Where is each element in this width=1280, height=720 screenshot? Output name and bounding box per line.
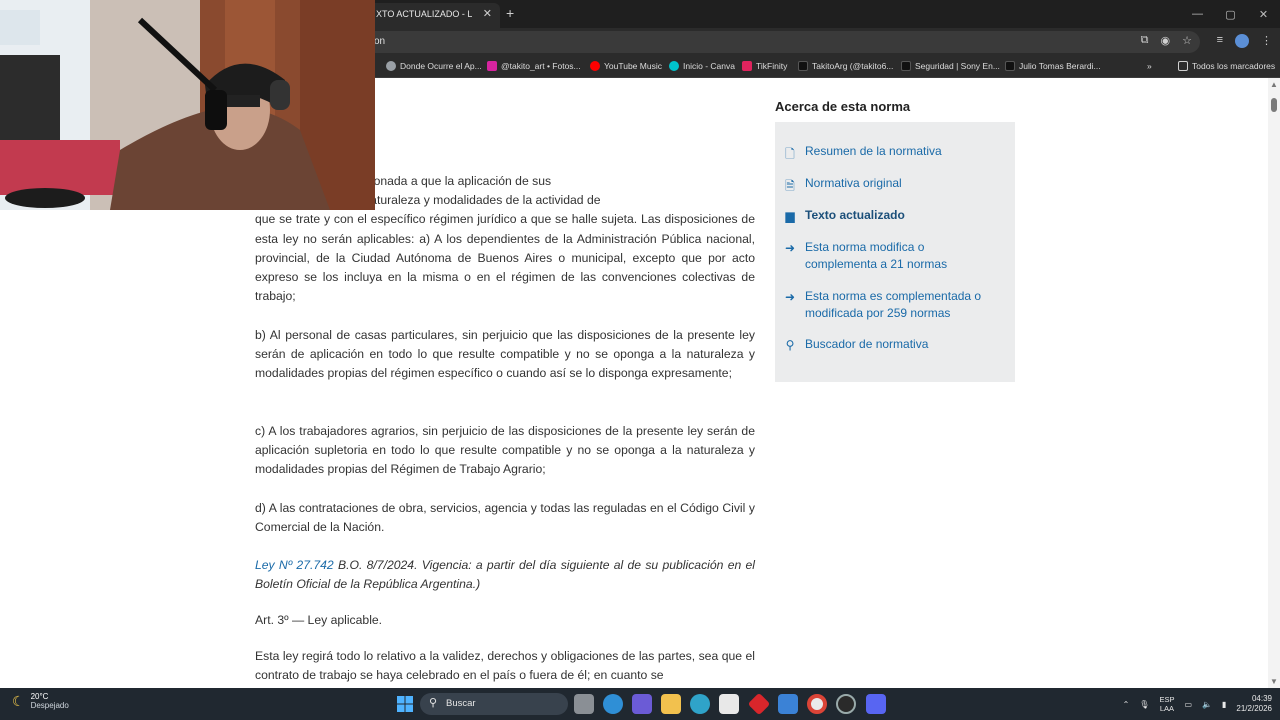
sidebar-item-search[interactable]: ⚲ Buscador de normativa	[775, 336, 1015, 353]
bookmark-item[interactable]: Seguridad | Sony En...	[901, 61, 1000, 71]
media-controls-icon[interactable]: ≡	[1217, 34, 1223, 48]
bookmark-item[interactable]: @takito_art • Fotos...	[487, 61, 581, 71]
folder-icon	[1178, 61, 1188, 71]
law-link[interactable]: Ley Nº 27.742	[255, 558, 334, 572]
search-icon: ⚲	[785, 338, 795, 352]
article-heading: Art. 3º — Ley aplicable.	[255, 613, 383, 627]
sidebar-title: Acerca de esta norma	[775, 99, 911, 114]
chevron-up-icon[interactable]: ⌃	[1123, 700, 1130, 709]
battery-icon[interactable]: ▮	[1222, 700, 1226, 709]
volume-icon[interactable]: 🔈	[1202, 700, 1212, 709]
sidebar-item-original[interactable]: 🗎 Normativa original	[775, 175, 1015, 198]
sidebar-item-summary[interactable]: 🗋 Resumen de la normativa	[775, 143, 1015, 166]
globe-icon	[386, 61, 396, 71]
amendment-note: Ley Nº 27.742 B.O. 8/7/2024. Vigencia: a…	[255, 556, 755, 594]
sidebar-menu: 🗋 Resumen de la normativa 🗎 Normativa or…	[775, 122, 1015, 382]
copilot-icon[interactable]	[603, 694, 623, 714]
minimize-button[interactable]: —	[1181, 0, 1214, 28]
address-bar[interactable]: on ⧉ ◉ ☆	[280, 31, 1200, 53]
app-icon[interactable]	[747, 692, 771, 716]
app-icon[interactable]	[632, 694, 652, 714]
bookmark-item[interactable]: Julio Tomas Berardi...	[1005, 61, 1101, 71]
bookmark-item[interactable]: TakitoArg (@takito6...	[798, 61, 893, 71]
document-outline-icon: 🗋	[785, 147, 795, 161]
weather-temperature: 20°C	[30, 692, 49, 701]
taskbar-search[interactable]: ⚲ Buscar	[420, 693, 568, 715]
article-paragraph: Esta ley regirá todo lo relativo a la va…	[255, 649, 755, 683]
task-view-icon[interactable]	[574, 694, 594, 714]
tab-close-icon[interactable]: ✕	[483, 7, 492, 20]
tracking-protection-icon[interactable]: ◉	[1161, 34, 1171, 47]
article-paragraph: c) A los trabajadores agrarios, sin perj…	[255, 424, 755, 477]
microphone-icon[interactable]: 🎙	[1139, 700, 1149, 709]
windows-taskbar: ☾ 20°C Despejado ⚲ Buscar ⌃ 🎙 ESP LAA ▭ …	[0, 688, 1280, 720]
article-paragraph: b) Al personal de casas particulares, si…	[255, 328, 755, 381]
toolbar-actions: ≡ ⋮	[1217, 34, 1272, 48]
tikfinity-icon	[742, 61, 752, 71]
sony-icon	[901, 61, 911, 71]
tab-title: XTO ACTUALIZADO - LEY 20	[376, 9, 472, 19]
menu-icon[interactable]: ⋮	[1261, 34, 1272, 48]
file-explorer-icon[interactable]	[661, 694, 681, 714]
moon-icon: ☾	[12, 692, 25, 709]
clock[interactable]: 04:39 21/2/2026	[1236, 694, 1272, 714]
discord-icon[interactable]	[866, 694, 886, 714]
canva-icon	[669, 61, 679, 71]
chrome-icon[interactable]	[807, 694, 827, 714]
clock-time: 04:39	[1251, 694, 1272, 703]
bookmarks-overflow-button[interactable]: »	[1147, 61, 1152, 71]
sidebar-item-modifies[interactable]: ➜ Esta norma modifica o complementa a 21…	[775, 239, 1015, 273]
document-filled-icon: ▆	[785, 209, 795, 223]
edge-icon[interactable]	[690, 694, 710, 714]
network-icon[interactable]: ▭	[1184, 700, 1192, 709]
screen: XTO ACTUALIZADO - LEY 20 ✕ + — ▢ ✕ on ⧉ …	[0, 0, 1280, 720]
youtube-music-icon	[590, 61, 600, 71]
scroll-up-arrow-icon[interactable]: ▲	[1270, 80, 1278, 89]
maximize-button[interactable]: ▢	[1214, 0, 1247, 28]
clock-date: 21/2/2026	[1236, 704, 1272, 713]
scroll-thumb[interactable]	[1271, 98, 1277, 112]
bookmark-item[interactable]: Donde Ocurre el Ap...	[386, 61, 482, 71]
article-paragraph: d) A las contrataciones de obra, servici…	[255, 501, 755, 535]
app-icon[interactable]	[836, 694, 856, 714]
bookmark-item[interactable]: TikFinity	[742, 61, 787, 71]
scroll-down-arrow-icon[interactable]: ▼	[1270, 677, 1278, 686]
weather-widget[interactable]: ☾ 20°C Despejado	[12, 692, 69, 710]
install-app-icon[interactable]: ⧉	[1141, 34, 1149, 47]
bookmark-star-icon[interactable]: ☆	[1182, 34, 1192, 47]
store-icon[interactable]	[719, 694, 739, 714]
tiktok-icon	[798, 61, 808, 71]
address-bar-actions: ⧉ ◉ ☆	[1141, 34, 1192, 47]
paragraph-text: que se trate y con el específico régimen…	[255, 212, 755, 304]
windows-logo-icon	[397, 696, 413, 712]
start-button[interactable]	[395, 694, 415, 714]
profile-avatar[interactable]	[1235, 34, 1249, 48]
bookmark-item[interactable]: Inicio - Canva	[669, 61, 735, 71]
webcam-feed	[0, 0, 375, 210]
all-bookmarks-folder[interactable]: Todos los marcadores	[1178, 61, 1275, 71]
arrow-left-icon: ➜	[784, 241, 796, 255]
sidebar-item-updated-text[interactable]: ▆ Texto actualizado	[775, 207, 1015, 224]
window-controls: — ▢ ✕	[1181, 0, 1280, 28]
system-tray: ⌃ 🎙 ESP LAA ▭ 🔈 ▮ 04:39 21/2/2026	[1123, 688, 1280, 720]
url-text: on	[374, 36, 386, 47]
close-window-button[interactable]: ✕	[1247, 0, 1280, 28]
tab-active[interactable]: XTO ACTUALIZADO - LEY 20 ✕	[366, 3, 500, 28]
weather-description: Despejado	[30, 701, 69, 710]
sidebar-item-modified-by[interactable]: ➜ Esta norma es complementada o modifica…	[775, 288, 1015, 322]
tiktok-icon	[1005, 61, 1015, 71]
page-scrollbar[interactable]: ▲ ▼	[1268, 78, 1280, 688]
webcam-overlay	[0, 0, 375, 210]
instagram-icon	[487, 61, 497, 71]
language-indicator[interactable]: ESP LAA	[1159, 695, 1174, 713]
new-tab-button[interactable]: +	[506, 5, 514, 21]
search-label: Buscar	[446, 698, 476, 709]
document-lines-icon: 🗎	[785, 179, 795, 193]
arrow-right-icon: ➜	[784, 290, 796, 304]
bookmark-item[interactable]: YouTube Music	[590, 61, 662, 71]
mail-icon[interactable]	[778, 694, 798, 714]
search-icon: ⚲	[429, 697, 438, 709]
